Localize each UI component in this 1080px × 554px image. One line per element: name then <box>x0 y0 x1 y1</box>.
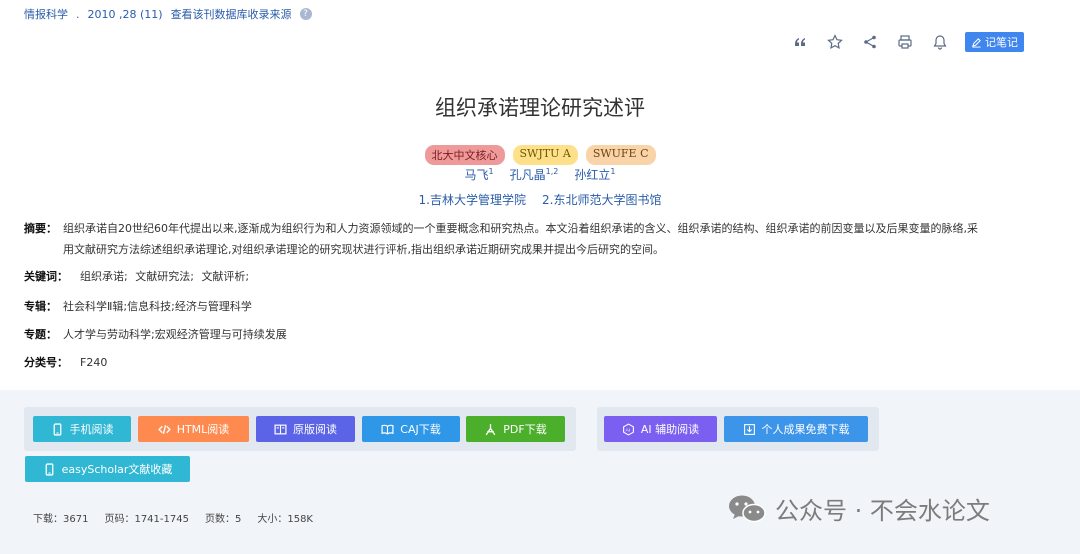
abstract-section: 摘要： 组织承诺自20世纪60年代提出以来,逐渐成为组织行为和人力资源领域的一个… <box>24 218 1056 260</box>
author-sup: 1,2 <box>545 167 559 176</box>
topic-value: 人才学与劳动科学;宏观经济管理与可持续发展 <box>63 328 287 341</box>
personal-download-label: 个人成果免费下载 <box>761 423 850 436</box>
abstract-text: 组织承诺自20世纪60年代提出以来,逐渐成为组织行为和人力资源领域的一个重要概念… <box>63 218 978 260</box>
take-note-button[interactable]: 记笔记 <box>965 32 1024 52</box>
abstract-label: 摘要： <box>24 222 57 235</box>
journal-name[interactable]: 情报科学 <box>24 6 68 22</box>
pages-stat: 页码：1741-1745 <box>104 510 189 525</box>
easyscholar-button[interactable]: easyScholar文献收藏 <box>25 456 190 482</box>
share-icon[interactable] <box>858 30 882 54</box>
ai-icon: AI <box>622 422 634 436</box>
keyword-link[interactable]: 文献评析; <box>201 270 249 283</box>
source-separator: . <box>76 7 80 21</box>
phone-icon <box>53 422 61 436</box>
topic-section: 专题： 人才学与劳动科学;宏观经济管理与可持续发展 <box>24 324 1056 345</box>
author-sup: 1 <box>488 167 494 176</box>
keywords-label: 关键词： <box>24 270 68 283</box>
author-name: 孙红立 <box>574 168 611 182</box>
code-icon <box>157 424 171 434</box>
keywords-section: 关键词： 组织承诺; 文献研究法; 文献评析; <box>24 266 1056 287</box>
article-toolbar: 记笔记 <box>788 30 1024 54</box>
size-stat: 大小：158K <box>257 510 313 525</box>
page-count-label: 页数： <box>204 514 235 525</box>
keyword-link[interactable]: 文献研究法; <box>135 270 194 283</box>
downloads-stat: 下载：3671 <box>33 510 88 525</box>
page-count-stat: 页数：5 <box>205 510 241 525</box>
watermark-text: 公众号 · 不会水论文 <box>775 497 990 525</box>
author-name: 马飞 <box>464 168 489 182</box>
html-read-label: HTML阅读 <box>176 423 230 436</box>
downloads-value: 3671 <box>63 514 89 525</box>
size-value: 158K <box>287 514 313 525</box>
author-name: 孔凡晶 <box>509 168 546 182</box>
article-title: 组织承诺理论研究述评 <box>435 96 645 120</box>
wechat-icon <box>729 495 766 522</box>
badge-swjtu[interactable]: SWJTU A <box>512 145 578 165</box>
badge-swufe[interactable]: SWUFE C <box>585 145 656 165</box>
bell-icon[interactable] <box>928 30 952 54</box>
article-stats: 下载：3671 页码：1741-1745 页数：5 大小：158K <box>33 510 313 525</box>
pdf-download-button[interactable]: PDF下载 <box>466 416 565 442</box>
pencil-icon <box>972 37 981 48</box>
pdf-icon <box>485 423 496 435</box>
html-read-button[interactable]: HTML阅读 <box>138 416 249 442</box>
badge-pku-core[interactable]: 北大中文核心 <box>424 145 505 165</box>
affiliation-link[interactable]: 1.吉林大学管理学院 <box>419 191 526 208</box>
pages-label: 页码： <box>104 514 135 525</box>
classification-label: 分类号： <box>24 356 68 369</box>
index-badges: 北大中文核心 SWJTU A SWUFE C <box>0 145 1080 165</box>
source-line: 情报科学 . 2010 ,28 (11) 查看该刊数据库收录来源 ? <box>24 6 312 22</box>
series-section: 专辑： 社会科学Ⅱ辑;信息科技;经济与管理科学 <box>24 296 1056 317</box>
ai-read-label: AI 辅助阅读 <box>640 423 700 436</box>
phone-icon <box>45 462 53 476</box>
author-link[interactable]: 孙红立1 <box>574 166 615 183</box>
downloads-label: 下载： <box>33 514 63 525</box>
size-label: 大小： <box>257 514 288 525</box>
classification-value: F240 <box>80 356 108 369</box>
series-label: 专辑： <box>24 300 57 313</box>
take-note-label: 记笔记 <box>985 36 1018 49</box>
print-icon[interactable] <box>893 30 917 54</box>
series-value: 社会科学Ⅱ辑;信息科技;经济与管理科学 <box>63 300 252 313</box>
download-icon <box>743 423 755 435</box>
original-read-label: 原版阅读 <box>293 423 337 436</box>
keyword-link[interactable]: 组织承诺; <box>80 270 128 283</box>
star-icon[interactable] <box>823 30 847 54</box>
topic-label: 专题： <box>24 328 57 341</box>
original-read-button[interactable]: 原版阅读 <box>256 416 355 442</box>
pages-value: 1741-1745 <box>134 514 189 525</box>
easyscholar-label: easyScholar文献收藏 <box>61 463 173 476</box>
abstract-line: 用文献研究方法综述组织承诺理论,对组织承诺理论的研究现状进行评析,指出组织承诺近… <box>63 243 664 256</box>
personal-download-button[interactable]: 个人成果免费下载 <box>724 416 868 442</box>
caj-download-label: CAJ下载 <box>400 423 441 436</box>
book-icon <box>274 424 287 434</box>
journal-issue[interactable]: 2010 ,28 (11) <box>88 8 163 21</box>
svg-text:AI: AI <box>625 427 630 433</box>
author-link[interactable]: 马飞1 <box>465 166 494 183</box>
author-link[interactable]: 孔凡晶1,2 <box>510 166 559 183</box>
watermark: 公众号 · 不会水论文 <box>727 491 990 526</box>
quote-icon[interactable] <box>788 30 812 54</box>
help-icon[interactable]: ? <box>299 8 312 20</box>
mobile-read-label: 手机阅读 <box>69 423 114 436</box>
mobile-read-button[interactable]: 手机阅读 <box>33 416 131 442</box>
affiliation-list: 1.吉林大学管理学院 2.东北师范大学图书馆 <box>0 191 1080 208</box>
db-source-link[interactable]: 查看该刊数据库收录来源 <box>171 6 292 22</box>
pdf-download-label: PDF下载 <box>503 423 547 436</box>
classification-section: 分类号： F240 <box>24 352 1056 373</box>
caj-download-button[interactable]: CAJ下载 <box>362 416 460 442</box>
ai-read-button[interactable]: AI AI 辅助阅读 <box>604 416 717 442</box>
affiliation-link[interactable]: 2.东北师范大学图书馆 <box>542 191 661 208</box>
author-sup: 1 <box>610 167 616 176</box>
author-list: 马飞1 孔凡晶1,2 孙红立1 <box>0 166 1080 183</box>
page-count-value: 5 <box>234 514 242 525</box>
open-book-icon <box>381 424 394 435</box>
abstract-line: 组织承诺自20世纪60年代提出以来,逐渐成为组织行为和人力资源领域的一个重要概念… <box>63 222 978 235</box>
